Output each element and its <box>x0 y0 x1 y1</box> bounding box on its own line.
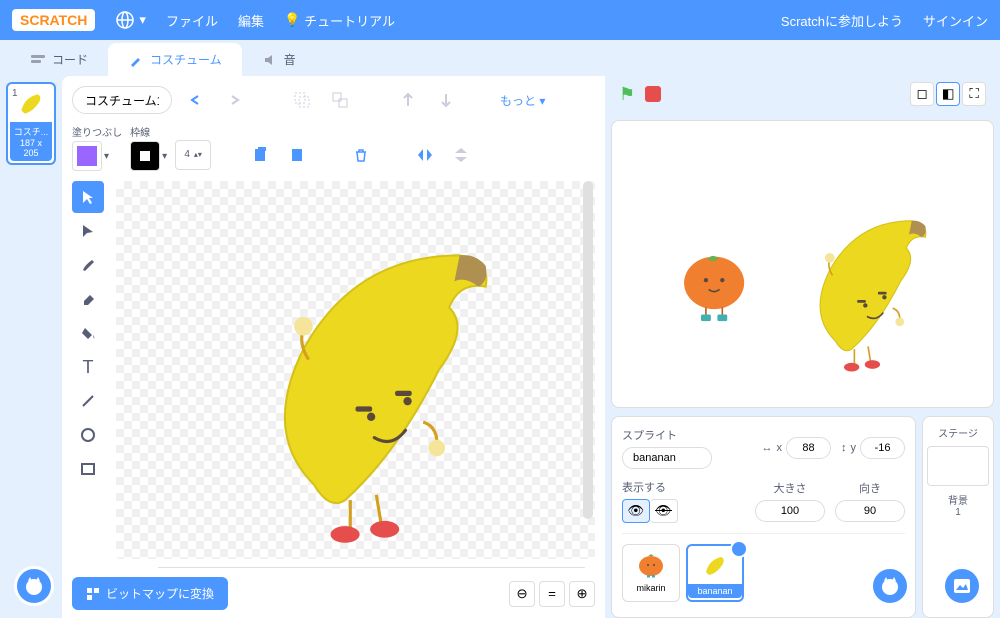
scratch-logo[interactable]: SCRATCH <box>12 9 95 31</box>
fill-tool[interactable] <box>72 317 104 349</box>
chevron-down-icon: ▾ <box>162 151 167 162</box>
bitmap-icon <box>86 587 100 601</box>
add-costume-fab[interactable] <box>14 566 54 606</box>
add-backdrop-fab[interactable] <box>942 566 982 606</box>
reshape-tool[interactable] <box>72 215 104 247</box>
code-icon <box>30 52 46 68</box>
vertical-scrollbar[interactable] <box>583 181 593 519</box>
sprite-direction-input[interactable] <box>835 500 905 522</box>
stage-label: ステージ <box>927 425 989 440</box>
costume-list: 1 コスチ... 187 x 205 <box>0 76 62 618</box>
zoom-in-button[interactable]: ⊕ <box>569 581 595 607</box>
ungroup-button[interactable] <box>326 86 354 114</box>
signin-link[interactable]: サインイン <box>923 11 988 30</box>
costume-thumbnail[interactable]: 1 コスチ... 187 x 205 <box>6 82 56 165</box>
group-button[interactable] <box>288 86 316 114</box>
backdrop-thumbnail[interactable] <box>927 446 989 486</box>
join-scratch-link[interactable]: Scratchに参加しよう <box>781 11 903 30</box>
circle-tool[interactable] <box>72 419 104 451</box>
outline-label: 枠線 <box>130 124 167 139</box>
text-tool[interactable]: T <box>72 351 104 383</box>
chevron-down-icon: ▾ <box>104 151 109 162</box>
add-sprite-fab[interactable] <box>870 566 910 606</box>
sprite-item-bananan[interactable]: bananan <box>686 544 744 602</box>
cat-icon <box>23 575 45 597</box>
sprite-item-mikarin[interactable]: mikarin <box>622 544 680 602</box>
hide-sprite-button[interactable]: 👁 <box>650 499 678 523</box>
show-sprite-button[interactable]: 👁 <box>622 499 650 523</box>
forward-button[interactable] <box>394 86 422 114</box>
tab-sounds[interactable]: 音 <box>242 43 316 76</box>
chevron-down-icon: ▾ <box>139 12 146 28</box>
small-stage-button[interactable]: ◻ <box>910 82 934 106</box>
fill-color-picker[interactable] <box>72 141 102 171</box>
stage-controls: ⚑ ◻ ◧ ⛶ <box>611 76 994 112</box>
outline-color-picker[interactable] <box>130 141 160 171</box>
costume-name-input[interactable] <box>72 86 172 114</box>
stop-button[interactable] <box>645 86 661 102</box>
flip-vertical-button[interactable] <box>447 141 475 169</box>
xy-icon: ↔ <box>762 442 773 454</box>
banana-sprite <box>116 181 595 559</box>
lightbulb-icon: 💡 <box>284 12 300 28</box>
top-menu-bar: SCRATCH ▾ ファイル 編集 💡 チュートリアル Scratchに参加しよ… <box>0 0 1000 40</box>
backward-button[interactable] <box>432 86 460 114</box>
stage-view[interactable] <box>611 120 994 408</box>
eraser-tool[interactable] <box>72 283 104 315</box>
line-tool[interactable] <box>72 385 104 417</box>
delete-sprite-button[interactable] <box>730 540 748 558</box>
brush-icon <box>128 52 144 68</box>
sound-icon <box>262 52 278 68</box>
large-stage-button[interactable]: ◧ <box>936 82 960 106</box>
sprite-label: スプライト <box>622 427 712 443</box>
image-icon <box>952 576 972 596</box>
tab-costumes[interactable]: コスチューム <box>108 43 242 76</box>
rect-tool[interactable] <box>72 453 104 485</box>
backdrop-count: 1 <box>927 507 989 518</box>
size-label: 大きさ <box>755 480 825 496</box>
y-icon: ↕ <box>841 442 847 454</box>
green-flag-button[interactable]: ⚑ <box>619 84 635 105</box>
sprite-list: mikarin bananan <box>622 533 905 602</box>
backdrop-label: 背景 <box>927 492 989 507</box>
brush-tool[interactable] <box>72 249 104 281</box>
file-menu[interactable]: ファイル <box>166 11 218 30</box>
costume-editor: もっと ▾ 塗りつぶし ▾ 枠線 ▾ 4 ▴▾ <box>62 76 605 618</box>
sprite-size-input[interactable] <box>755 500 825 522</box>
direction-label: 向き <box>835 480 905 496</box>
language-menu[interactable]: ▾ <box>115 10 146 30</box>
undo-button[interactable] <box>182 86 210 114</box>
zoom-reset-button[interactable]: = <box>539 581 565 607</box>
sprite-name-input[interactable] <box>622 447 712 469</box>
drawing-toolbar: T <box>72 181 108 559</box>
flip-horizontal-button[interactable] <box>411 141 439 169</box>
edit-menu[interactable]: 編集 <box>238 11 264 30</box>
fullscreen-button[interactable]: ⛶ <box>962 82 986 106</box>
more-menu[interactable]: もっと ▾ <box>500 92 545 109</box>
sprite-y-input[interactable] <box>860 437 905 459</box>
tab-code[interactable]: コード <box>10 43 108 76</box>
convert-bitmap-button[interactable]: ビットマップに変換 <box>72 577 228 610</box>
stroke-width-input[interactable]: 4 ▴▾ <box>175 140 211 170</box>
select-tool[interactable] <box>72 181 104 213</box>
zoom-out-button[interactable]: ⊖ <box>509 581 535 607</box>
copy-button[interactable] <box>247 141 275 169</box>
fill-label: 塗りつぶし <box>72 124 122 139</box>
redo-button[interactable] <box>220 86 248 114</box>
tutorials-button[interactable]: 💡 チュートリアル <box>284 11 395 30</box>
cat-icon <box>879 575 901 597</box>
sprite-x-input[interactable] <box>786 437 831 459</box>
show-label: 表示する <box>622 479 678 495</box>
delete-button[interactable] <box>347 141 375 169</box>
paste-button[interactable] <box>283 141 311 169</box>
drawing-canvas[interactable] <box>116 181 595 559</box>
editor-tabs: コード コスチューム 音 <box>0 40 1000 76</box>
globe-icon <box>115 10 135 30</box>
